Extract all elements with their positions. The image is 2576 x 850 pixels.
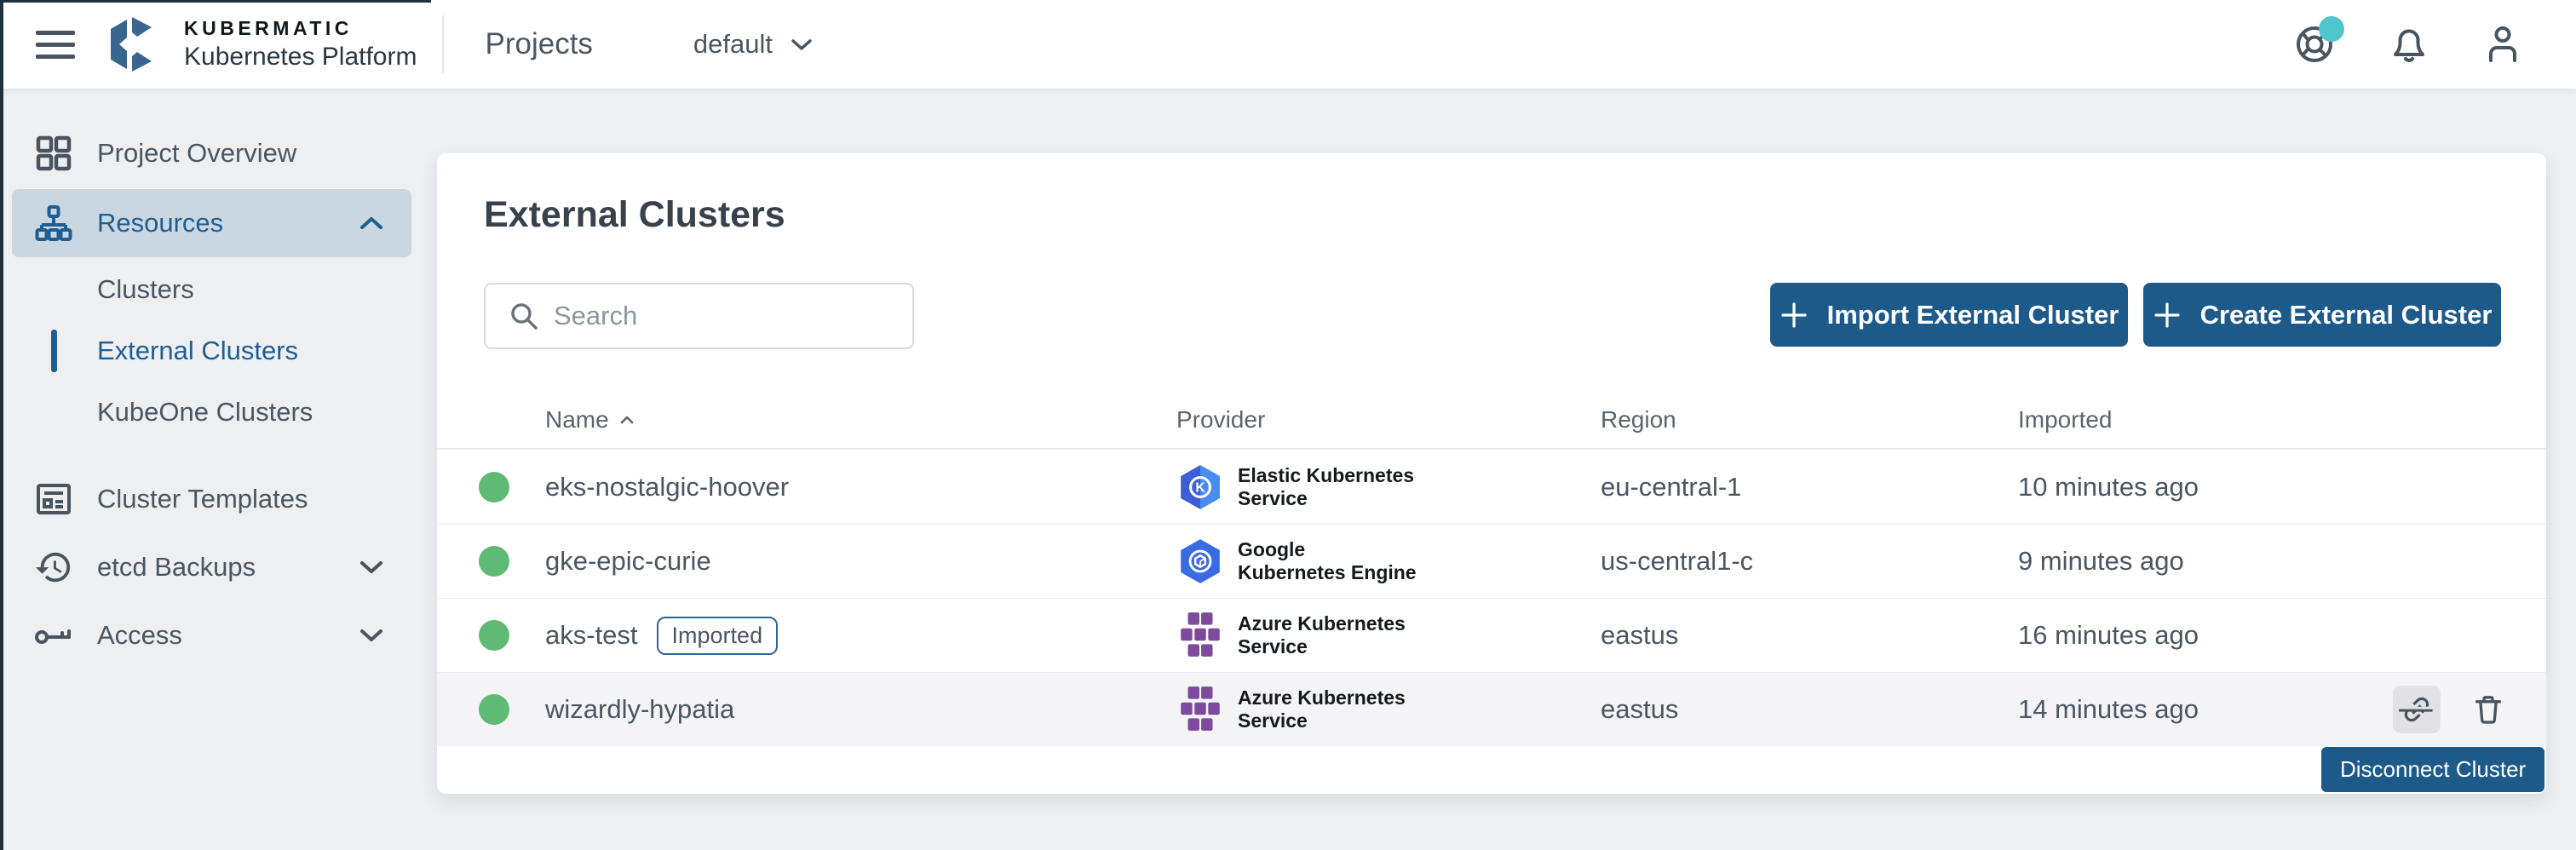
sort-asc-icon	[619, 415, 635, 425]
sidebar-item-cluster-templates[interactable]: Cluster Templates	[0, 465, 423, 533]
cluster-name: gke-epic-curie	[545, 546, 711, 577]
templates-icon	[34, 480, 73, 518]
sidebar-item-external-clusters[interactable]: External Clusters	[0, 320, 423, 382]
sidebar-item-label: Cluster Templates	[97, 484, 308, 514]
sidebar-item-project-overview[interactable]: Project Overview	[0, 119, 423, 187]
create-external-cluster-button[interactable]: Create External Cluster	[2143, 283, 2501, 347]
trash-icon	[2471, 692, 2505, 727]
link-off-icon	[2393, 686, 2441, 734]
status-dot	[479, 620, 509, 651]
sidebar-item-label: Project Overview	[97, 138, 296, 169]
column-header-provider[interactable]: Provider	[1176, 392, 1265, 448]
table-row[interactable]: eks-nostalgic-hoover K Elastic Kubernete…	[437, 450, 2546, 524]
brand-text: KUBERMATIC Kubernetes Platform	[184, 17, 417, 72]
provider-name: Azure Kubernetes Service	[1238, 612, 1406, 658]
external-clusters-card: External Clusters Import External Cluste…	[437, 153, 2546, 794]
button-label: Create External Cluster	[2200, 300, 2493, 330]
plus-icon	[2153, 301, 2182, 330]
sitemap-icon	[34, 204, 73, 242]
cluster-name: eks-nostalgic-hoover	[545, 472, 789, 503]
provider-name: Elastic Kubernetes Service	[1238, 464, 1414, 510]
imported-time: 9 minutes ago	[2018, 546, 2184, 577]
provider-name: Google Kubernetes Engine	[1238, 538, 1417, 584]
help-icon[interactable]	[2293, 23, 2336, 66]
sidebar-item-label: Access	[97, 620, 182, 651]
user-account-icon[interactable]	[2482, 23, 2523, 66]
grid-icon	[34, 135, 73, 172]
column-header-region[interactable]: Region	[1601, 392, 1676, 448]
brand-name: KUBERMATIC	[184, 17, 417, 40]
plus-icon	[1780, 301, 1808, 330]
sidebar-item-label: Resources	[97, 208, 223, 238]
page-title: External Clusters	[484, 194, 785, 236]
column-header-name[interactable]: Name	[545, 392, 635, 448]
imported-time: 14 minutes ago	[2018, 694, 2199, 725]
sidebar-item-access[interactable]: Access	[0, 601, 423, 669]
region: us-central1-c	[1601, 546, 1753, 577]
window-edge-left	[0, 0, 3, 850]
svg-text:K: K	[1195, 480, 1205, 495]
region: eu-central-1	[1601, 472, 1741, 503]
imported-badge: Imported	[657, 617, 779, 655]
import-external-cluster-button[interactable]: Import External Cluster	[1770, 283, 2128, 347]
project-selector-value: default	[693, 29, 773, 60]
top-bar: KUBERMATIC Kubernetes Platform Projects …	[0, 0, 2576, 89]
disconnect-cluster-button[interactable]	[2393, 686, 2441, 733]
disconnect-cluster-tooltip: Disconnect Cluster	[2321, 747, 2544, 792]
chevron-down-icon	[359, 628, 384, 643]
chevron-down-icon	[790, 37, 814, 52]
topbar-actions	[2293, 23, 2523, 66]
search-icon	[508, 300, 540, 332]
status-dot	[479, 546, 509, 577]
window-edge-top	[0, 0, 431, 3]
sidebar: Project Overview Resources Clusters Exte…	[0, 89, 423, 850]
menu-icon[interactable]	[36, 31, 75, 59]
table-header: Name Provider Region Imported	[437, 392, 2546, 450]
table-row[interactable]: gke-epic-curie Google Kubernetes Engine …	[437, 524, 2546, 598]
aks-provider-icon	[1176, 685, 1224, 734]
chevron-up-icon	[359, 215, 384, 231]
status-dot	[479, 694, 509, 725]
brand-product: Kubernetes Platform	[184, 43, 417, 72]
project-selector[interactable]: default	[693, 29, 814, 60]
sidebar-item-label: etcd Backups	[97, 552, 256, 583]
sidebar-item-label: External Clusters	[97, 336, 298, 366]
status-dot	[479, 472, 509, 503]
topbar-divider	[442, 15, 444, 73]
sidebar-item-clusters[interactable]: Clusters	[0, 259, 423, 320]
region: eastus	[1601, 620, 1678, 651]
sidebar-item-kubeone-clusters[interactable]: KubeOne Clusters	[0, 382, 423, 443]
sidebar-item-label: KubeOne Clusters	[97, 397, 313, 428]
search-input[interactable]	[554, 301, 912, 331]
sidebar-gap	[0, 443, 423, 465]
history-icon	[34, 548, 73, 587]
eks-provider-icon: K	[1176, 463, 1224, 511]
key-icon	[34, 617, 73, 654]
cluster-name: wizardly-hypatia	[545, 694, 734, 725]
sidebar-item-resources[interactable]: Resources	[12, 189, 411, 257]
region: eastus	[1601, 694, 1678, 725]
table-row[interactable]: wizardly-hypatia Azure Kubernetes Servic…	[437, 672, 2546, 746]
button-label: Import External Cluster	[1827, 300, 2119, 330]
help-status-badge	[2319, 16, 2344, 42]
imported-time: 10 minutes ago	[2018, 472, 2199, 503]
imported-time: 16 minutes ago	[2018, 620, 2199, 651]
chevron-down-icon	[359, 560, 384, 575]
search-box	[484, 283, 914, 349]
aks-provider-icon	[1176, 611, 1224, 660]
table-row[interactable]: aks-test Imported Azure Kubernetes Servi…	[437, 598, 2546, 672]
sidebar-item-label: Clusters	[97, 274, 194, 305]
column-header-imported[interactable]: Imported	[2018, 392, 2113, 448]
kubermatic-logo	[107, 15, 169, 73]
notifications-bell-icon[interactable]	[2389, 23, 2429, 66]
cluster-name: aks-test	[545, 620, 638, 651]
gke-provider-icon	[1176, 537, 1224, 585]
delete-cluster-button[interactable]	[2464, 686, 2512, 733]
projects-label: Projects	[485, 27, 592, 61]
provider-name: Azure Kubernetes Service	[1238, 686, 1406, 732]
sidebar-item-etcd-backups[interactable]: etcd Backups	[0, 533, 423, 601]
